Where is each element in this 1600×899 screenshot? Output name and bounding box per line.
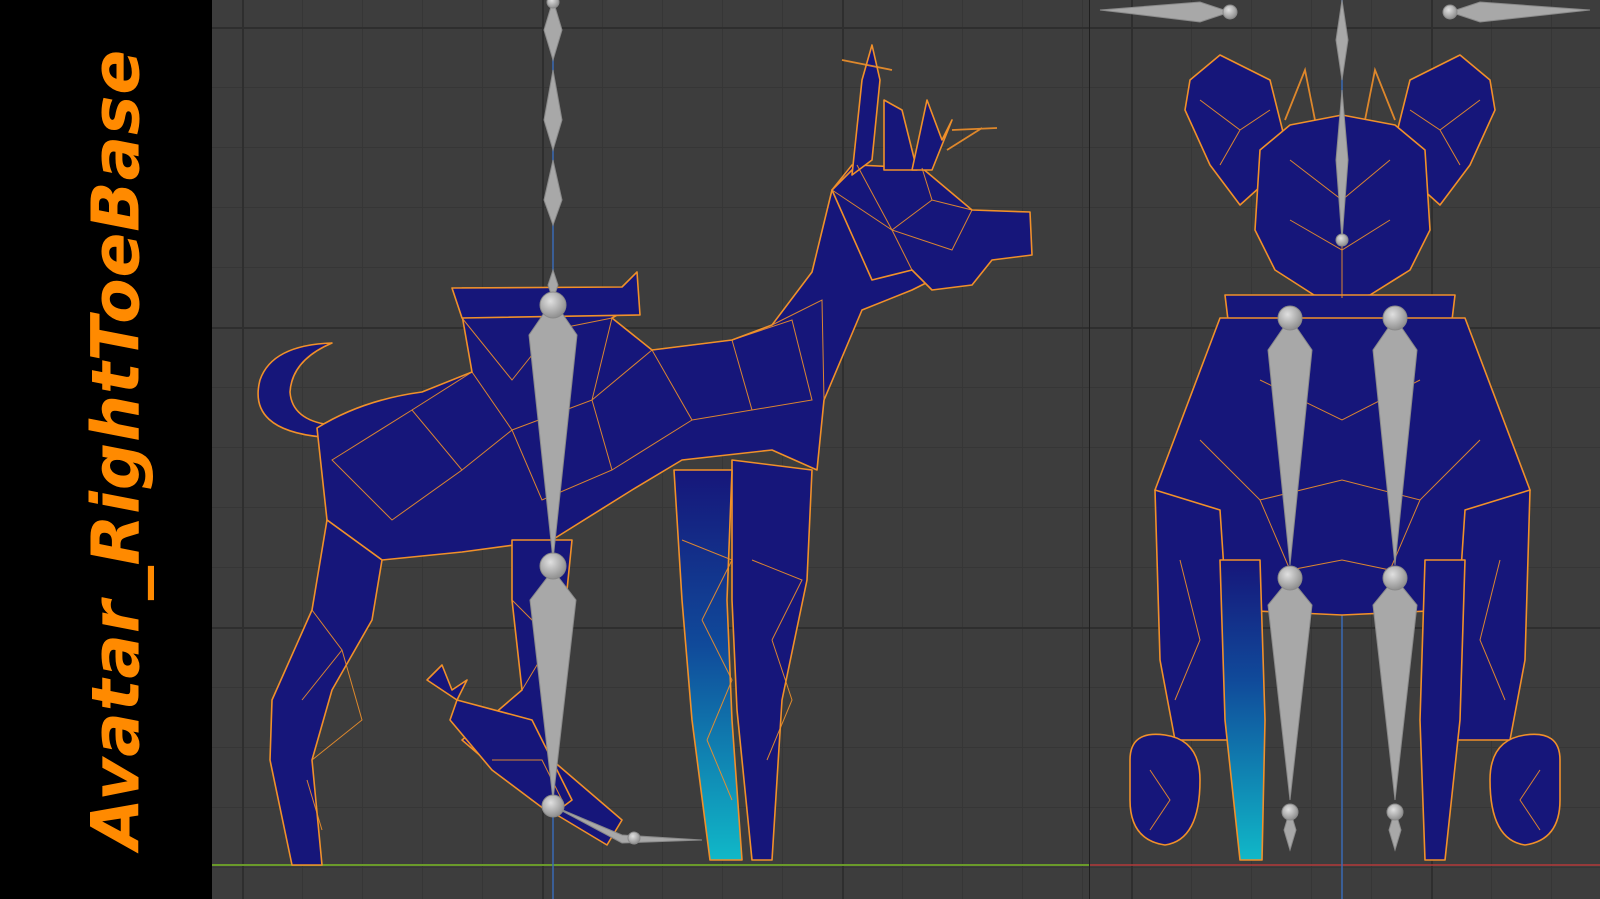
- joint-top: [546, 0, 560, 9]
- bone-top-left: [1099, 1, 1232, 23]
- joint-left-hip: [1277, 305, 1303, 331]
- side-view-canvas: [212, 0, 1090, 899]
- joint-hip: [539, 291, 567, 319]
- front-view-canvas: [1090, 0, 1600, 899]
- leg-inner-left: [1219, 559, 1266, 861]
- bone-neck: [543, 69, 563, 152]
- joint-top-right: [1442, 4, 1458, 20]
- bone-top-right: [1448, 1, 1591, 23]
- bone-right-lower: [1372, 577, 1418, 801]
- viewport-side-view[interactable]: [212, 0, 1090, 899]
- joint-right-ankle: [1386, 803, 1404, 821]
- bone-left-lower: [1267, 577, 1313, 801]
- joint-right-knee: [1382, 565, 1408, 591]
- joint-head-front: [1335, 233, 1349, 247]
- leg-outer-left: [1154, 489, 1231, 741]
- joint-left-ankle: [1281, 803, 1299, 821]
- leg-outer-right: [1454, 489, 1531, 741]
- hind-leg-back: [269, 519, 383, 866]
- paw-right: [1489, 733, 1561, 846]
- joint-knee: [539, 552, 567, 580]
- ear-tuft: [911, 99, 953, 171]
- bone-spine-upper: [543, 159, 563, 227]
- spur: [426, 664, 468, 701]
- active-bone-name: Avatar_RightToeBase: [77, 48, 155, 850]
- title-panel: Avatar_RightToeBase: [0, 0, 212, 899]
- joint-top-left: [1222, 4, 1238, 20]
- viewport-front-view[interactable]: [1090, 0, 1600, 899]
- front-leg-back: [731, 459, 813, 861]
- joint-left-knee: [1277, 565, 1303, 591]
- bone-spine-front: [1335, 0, 1349, 81]
- paw-left: [1129, 733, 1201, 846]
- collar-front: [1224, 294, 1456, 321]
- tail: [257, 342, 333, 438]
- joint-ankle: [541, 794, 565, 818]
- leg-inner-right: [1419, 559, 1466, 861]
- dog-mesh-side: [257, 44, 1033, 866]
- ear-right: [883, 99, 918, 171]
- bone-head-top: [543, 0, 563, 62]
- joint-right-hip: [1382, 305, 1408, 331]
- joint-toe-tip: [627, 831, 641, 845]
